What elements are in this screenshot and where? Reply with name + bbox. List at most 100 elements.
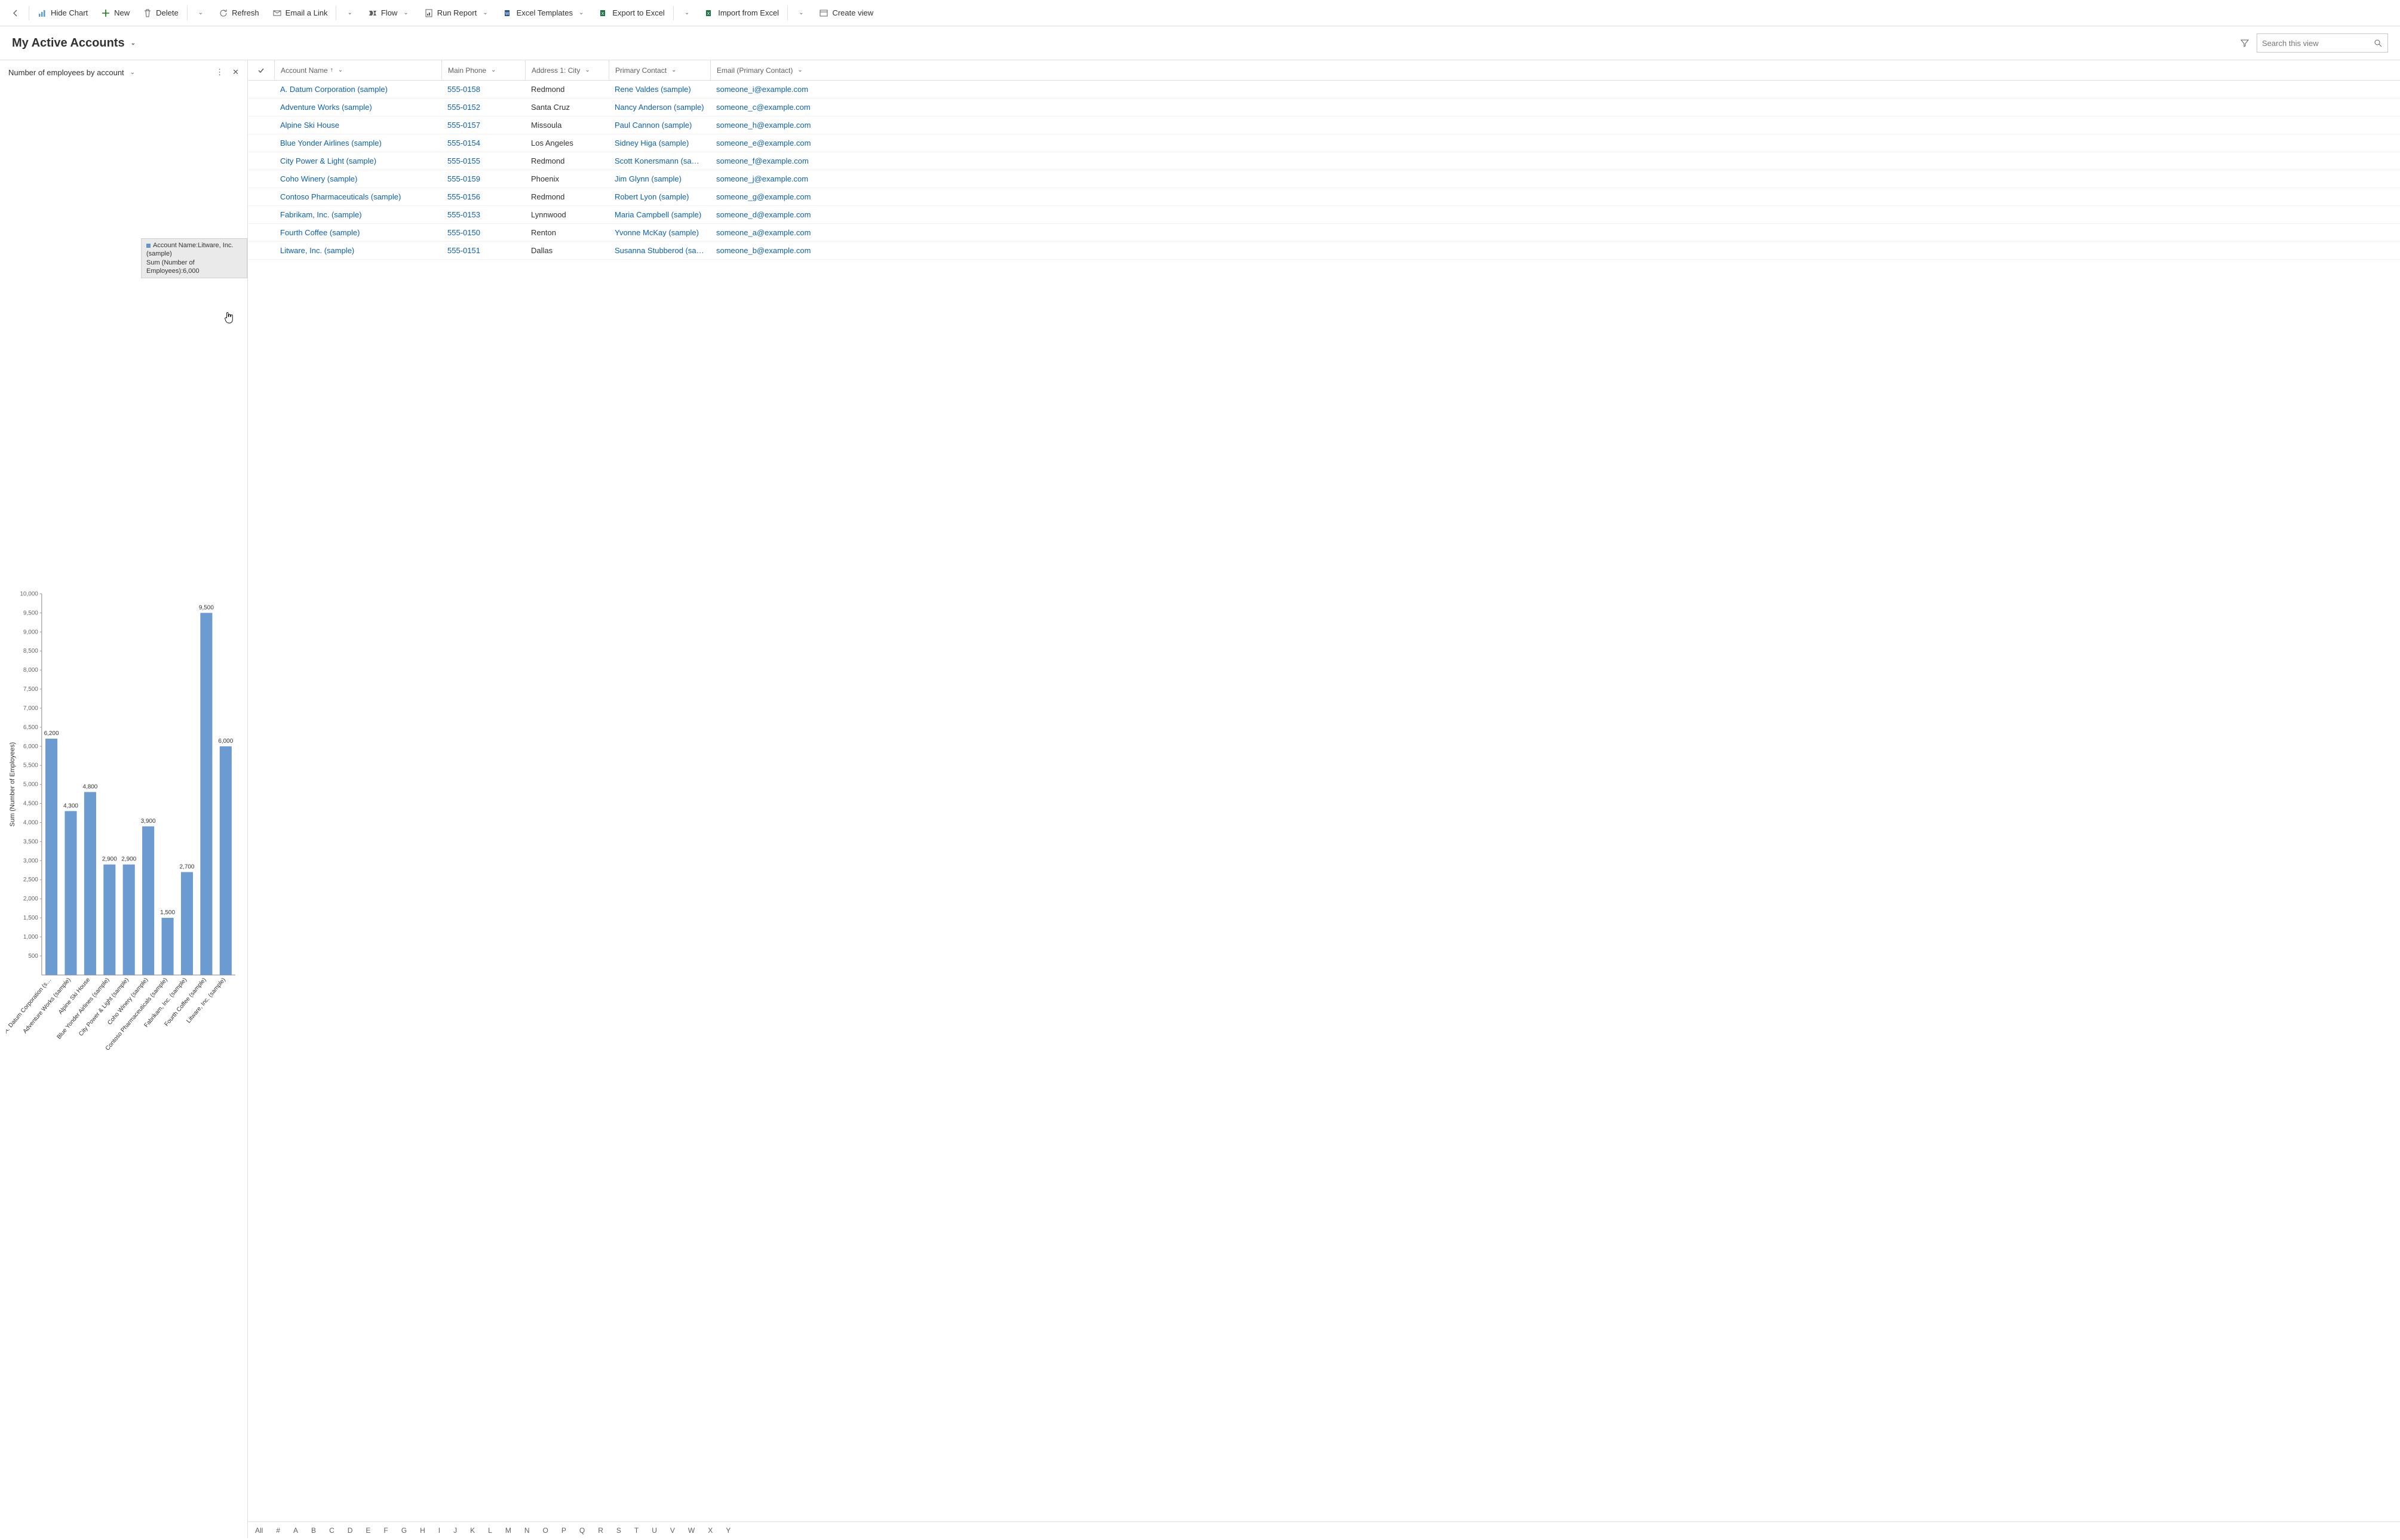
phone-link[interactable]: 555-0150 — [441, 228, 525, 237]
account-name-link[interactable]: Fabrikam, Inc. (sample) — [274, 210, 441, 219]
alphabet-filter-letter[interactable]: V — [670, 1526, 675, 1535]
alphabet-filter-letter[interactable]: N — [524, 1526, 530, 1535]
bar[interactable] — [65, 811, 76, 975]
search-box[interactable] — [2257, 33, 2388, 53]
column-header-phone[interactable]: Main Phone ⌄ — [441, 60, 525, 80]
account-name-link[interactable]: Coho Winery (sample) — [274, 174, 441, 183]
bar[interactable] — [45, 739, 57, 975]
phone-link[interactable]: 555-0159 — [441, 174, 525, 183]
bar[interactable] — [84, 792, 96, 975]
alphabet-filter-letter[interactable]: G — [401, 1526, 407, 1535]
alphabet-filter-letter[interactable]: I — [438, 1526, 440, 1535]
alphabet-filter-letter[interactable]: U — [652, 1526, 657, 1535]
alphabet-filter-letter[interactable]: E — [366, 1526, 370, 1535]
table-row[interactable]: A. Datum Corporation (sample) 555-0158 R… — [248, 81, 2400, 99]
alphabet-filter-letter[interactable]: W — [688, 1526, 695, 1535]
table-row[interactable]: Litware, Inc. (sample) 555-0151 Dallas S… — [248, 242, 2400, 260]
alphabet-filter-letter[interactable]: M — [505, 1526, 511, 1535]
view-selector[interactable]: My Active Accounts ⌄ — [12, 36, 138, 50]
account-name-link[interactable]: Contoso Pharmaceuticals (sample) — [274, 192, 441, 201]
bar[interactable] — [181, 872, 193, 975]
table-row[interactable]: Fourth Coffee (sample) 555-0150 Renton Y… — [248, 224, 2400, 242]
export-excel-button[interactable]: X Export to Excel — [593, 4, 670, 23]
search-input[interactable] — [2262, 39, 2370, 48]
import-excel-button[interactable]: X Import from Excel — [699, 4, 785, 23]
phone-link[interactable]: 555-0155 — [441, 156, 525, 165]
table-row[interactable]: Coho Winery (sample) 555-0159 Phoenix Ji… — [248, 170, 2400, 188]
alphabet-filter-letter[interactable]: H — [420, 1526, 425, 1535]
email-link[interactable]: someone_a@example.com — [710, 228, 2400, 237]
alphabet-filter-letter[interactable]: Q — [579, 1526, 585, 1535]
email-link[interactable]: someone_i@example.com — [710, 85, 2400, 94]
table-row[interactable]: Contoso Pharmaceuticals (sample) 555-015… — [248, 188, 2400, 206]
export-excel-dropdown[interactable]: ⌄ — [676, 4, 698, 23]
hide-chart-button[interactable]: Hide Chart — [32, 4, 94, 23]
bar[interactable] — [162, 918, 174, 975]
bar[interactable] — [220, 746, 232, 975]
alphabet-filter-letter[interactable]: # — [276, 1526, 280, 1535]
excel-templates-button[interactable]: W Excel Templates ⌄ — [498, 4, 593, 23]
contact-link[interactable]: Sidney Higa (sample) — [609, 139, 710, 147]
filter-icon[interactable] — [2240, 38, 2249, 48]
column-header-account[interactable]: Account Name ↑ ⌄ — [274, 60, 441, 80]
contact-link[interactable]: Yvonne McKay (sample) — [609, 228, 710, 237]
bar[interactable] — [200, 613, 212, 975]
contact-link[interactable]: Maria Campbell (sample) — [609, 210, 710, 219]
account-name-link[interactable]: A. Datum Corporation (sample) — [274, 85, 441, 94]
account-name-link[interactable]: Litware, Inc. (sample) — [274, 246, 441, 255]
alphabet-filter-letter[interactable]: C — [329, 1526, 334, 1535]
chevron-down-icon[interactable]: ⌄ — [128, 69, 137, 76]
import-excel-dropdown[interactable]: ⌄ — [790, 4, 812, 23]
alphabet-filter-letter[interactable]: A — [293, 1526, 298, 1535]
alphabet-filter-letter[interactable]: Y — [726, 1526, 731, 1535]
refresh-button[interactable]: Refresh — [213, 4, 265, 23]
table-row[interactable]: Adventure Works (sample) 555-0152 Santa … — [248, 99, 2400, 116]
contact-link[interactable]: Rene Valdes (sample) — [609, 85, 710, 94]
contact-link[interactable]: Robert Lyon (sample) — [609, 192, 710, 201]
account-name-link[interactable]: Alpine Ski House — [274, 121, 441, 130]
phone-link[interactable]: 555-0156 — [441, 192, 525, 201]
account-name-link[interactable]: City Power & Light (sample) — [274, 156, 441, 165]
alphabet-filter-letter[interactable]: D — [348, 1526, 353, 1535]
alphabet-filter-letter[interactable]: O — [543, 1526, 548, 1535]
create-view-button[interactable]: Create view — [813, 4, 879, 23]
chart-close-icon[interactable]: ✕ — [232, 67, 239, 77]
column-header-contact[interactable]: Primary Contact ⌄ — [609, 60, 710, 80]
phone-link[interactable]: 555-0154 — [441, 139, 525, 147]
email-link[interactable]: someone_c@example.com — [710, 103, 2400, 112]
bar[interactable] — [123, 865, 135, 975]
select-all-checkbox[interactable] — [248, 66, 274, 75]
delete-dropdown[interactable]: ⌄ — [190, 4, 211, 23]
email-link[interactable]: someone_d@example.com — [710, 210, 2400, 219]
alphabet-filter-letter[interactable]: All — [255, 1526, 263, 1535]
table-row[interactable]: Blue Yonder Airlines (sample) 555-0154 L… — [248, 134, 2400, 152]
account-name-link[interactable]: Blue Yonder Airlines (sample) — [274, 139, 441, 147]
phone-link[interactable]: 555-0158 — [441, 85, 525, 94]
new-button[interactable]: New — [95, 4, 136, 23]
chart-more-icon[interactable]: ⋮ — [216, 67, 224, 77]
delete-button[interactable]: Delete — [137, 4, 185, 23]
phone-link[interactable]: 555-0151 — [441, 246, 525, 255]
email-link[interactable]: someone_j@example.com — [710, 174, 2400, 183]
table-row[interactable]: Fabrikam, Inc. (sample) 555-0153 Lynnwoo… — [248, 206, 2400, 224]
alphabet-filter-letter[interactable]: X — [708, 1526, 713, 1535]
email-link[interactable]: someone_f@example.com — [710, 156, 2400, 165]
contact-link[interactable]: Paul Cannon (sample) — [609, 121, 710, 130]
account-name-link[interactable]: Fourth Coffee (sample) — [274, 228, 441, 237]
alphabet-filter-letter[interactable]: P — [561, 1526, 566, 1535]
alphabet-filter-letter[interactable]: K — [470, 1526, 475, 1535]
table-row[interactable]: Alpine Ski House 555-0157 Missoula Paul … — [248, 116, 2400, 134]
email-link-button[interactable]: Email a Link — [266, 4, 334, 23]
bar[interactable] — [142, 826, 154, 975]
flow-button[interactable]: Flow ⌄ — [362, 4, 417, 23]
phone-link[interactable]: 555-0152 — [441, 103, 525, 112]
alphabet-filter-letter[interactable]: B — [311, 1526, 316, 1535]
bar-chart[interactable]: 5001,0001,5002,0002,5003,0003,5004,0004,… — [6, 90, 241, 1538]
column-header-city[interactable]: Address 1: City ⌄ — [525, 60, 609, 80]
contact-link[interactable]: Nancy Anderson (sample) — [609, 103, 710, 112]
alphabet-filter-letter[interactable]: T — [634, 1526, 639, 1535]
alphabet-filter-letter[interactable]: J — [453, 1526, 457, 1535]
alphabet-filter-letter[interactable]: L — [488, 1526, 492, 1535]
account-name-link[interactable]: Adventure Works (sample) — [274, 103, 441, 112]
email-link[interactable]: someone_b@example.com — [710, 246, 2400, 255]
